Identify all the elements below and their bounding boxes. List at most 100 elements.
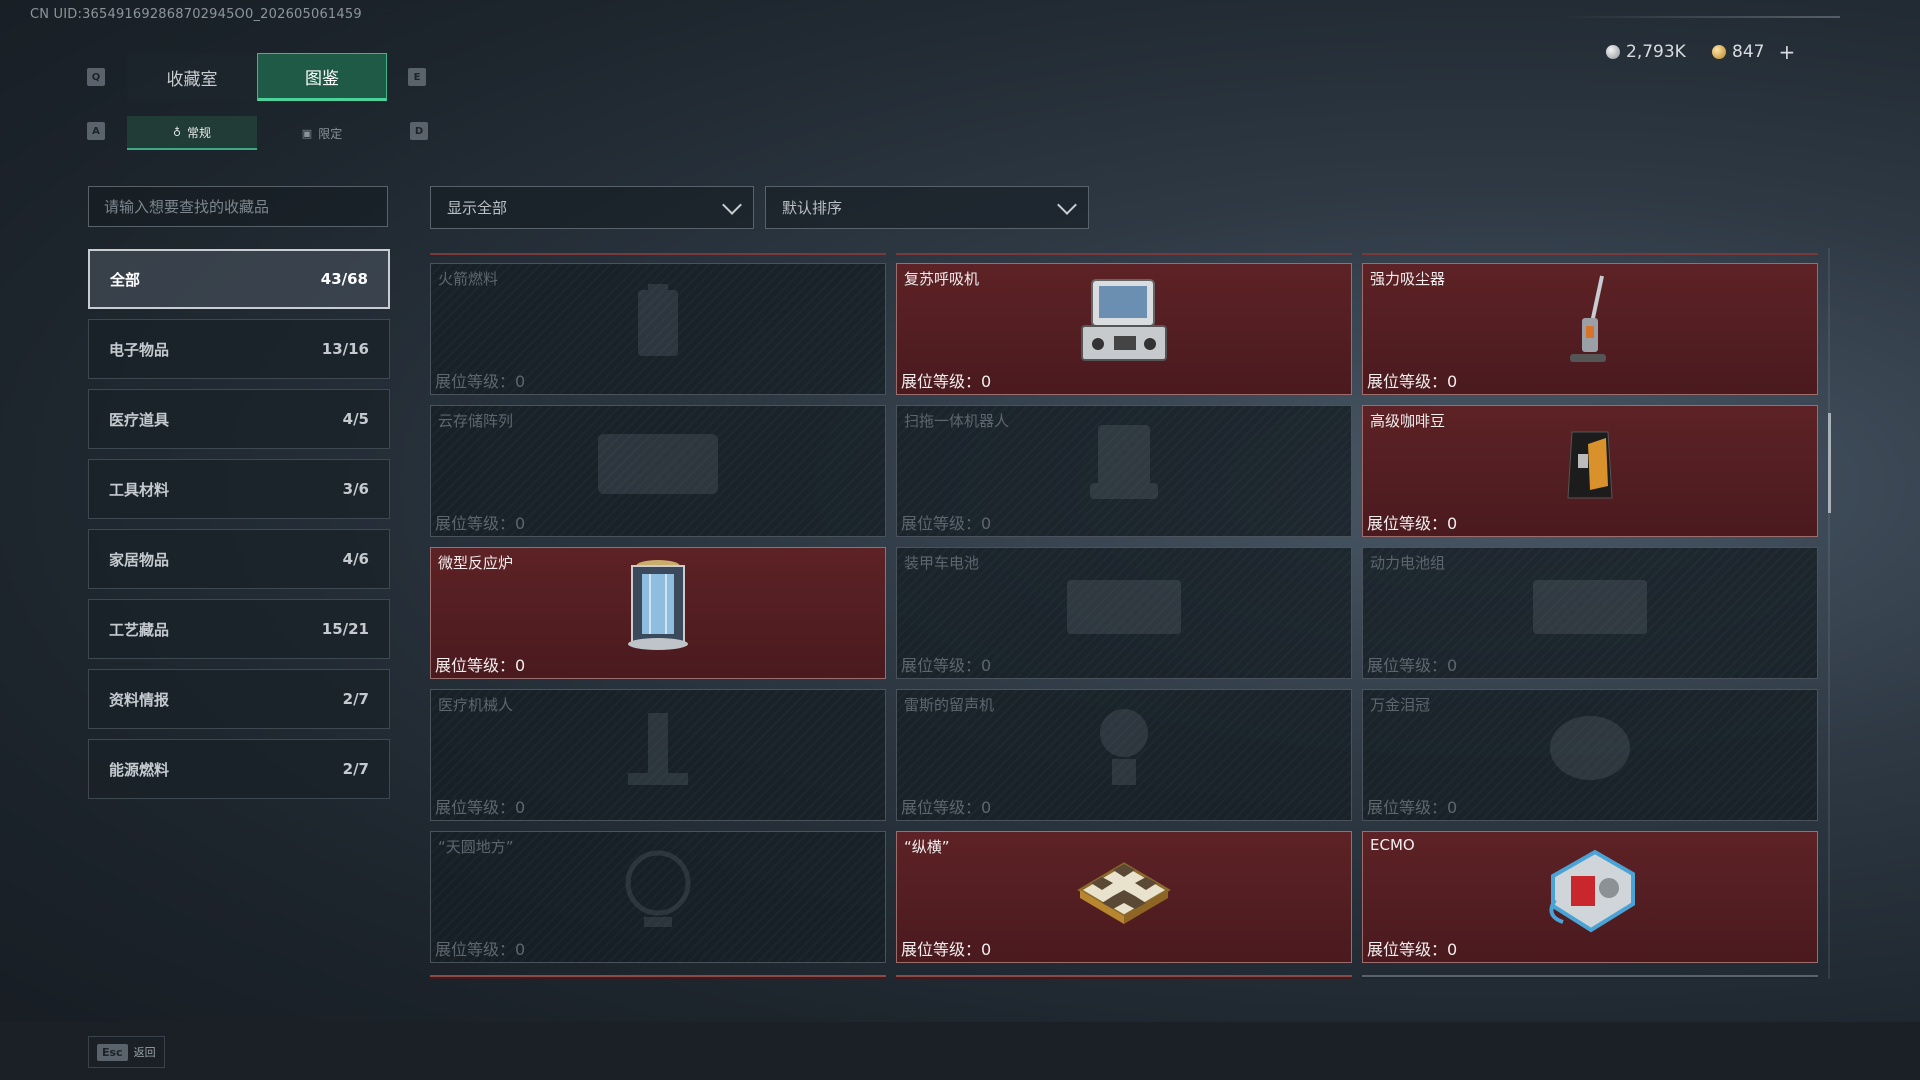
category-intel[interactable]: 资料情报 2/7 — [88, 669, 390, 729]
item-card-power-pack[interactable]: 动力电池组 展位等级：0 — [1362, 547, 1818, 679]
item-card-globe[interactable]: “天圆地方” 展位等级：0 — [430, 831, 886, 963]
partial-card-top — [430, 248, 886, 255]
back-button[interactable]: Esc 返回 — [88, 1036, 165, 1068]
battery-pack-icon — [1533, 580, 1647, 634]
gold-coin-icon — [1712, 45, 1726, 59]
silver-currency: 2,793K — [1606, 40, 1686, 64]
item-name: 装甲车电池 — [904, 554, 980, 572]
subtab-limited[interactable]: ▣ 限定 — [257, 116, 387, 150]
item-card-crown[interactable]: 万金泪冠 展位等级：0 — [1362, 689, 1818, 821]
partial-card-top — [1362, 248, 1818, 255]
gold-currency: 847 + — [1712, 40, 1795, 64]
ecmo-machine-icon — [1549, 849, 1635, 933]
booth-level: 展位等级：0 — [435, 372, 526, 391]
silver-coin-icon — [1606, 45, 1620, 59]
item-card-vacuum[interactable]: 强力吸尘器 展位等级：0 — [1362, 263, 1818, 395]
booth-level: 展位等级：0 — [1367, 656, 1458, 675]
category-count: 2/7 — [342, 760, 369, 778]
category-crafts[interactable]: 工艺藏品 15/21 — [88, 599, 390, 659]
sort-dropdown[interactable]: 默认排序 — [765, 186, 1089, 229]
booth-level: 展位等级：0 — [435, 798, 526, 817]
globe-icon — [625, 850, 691, 927]
booth-level: 展位等级：0 — [901, 656, 992, 675]
item-card-coffee-beans[interactable]: 高级咖啡豆 展位等级：0 — [1362, 405, 1818, 537]
item-name: 火箭燃料 — [438, 270, 499, 288]
partial-card-bottom — [1362, 975, 1818, 979]
category-label: 全部 — [110, 270, 141, 289]
reactor-icon — [628, 560, 688, 650]
category-household[interactable]: 家居物品 4/6 — [88, 529, 390, 589]
item-card-medical-robot[interactable]: 医疗机械人 展位等级：0 — [430, 689, 886, 821]
tab-codex[interactable]: 图鉴 — [257, 53, 387, 101]
fuel-canister-icon — [638, 284, 678, 356]
category-label: 电子物品 — [109, 340, 170, 359]
item-card-rocket-fuel[interactable]: 火箭燃料 展位等级：0 — [430, 263, 886, 395]
player-uid: CN UID:365491692868702945O0_202605061459 — [30, 7, 362, 22]
item-name: 云存储阵列 — [438, 412, 514, 430]
category-count: 13/16 — [321, 340, 369, 358]
search-input[interactable] — [88, 186, 388, 227]
chevron-down-icon — [722, 194, 742, 215]
robot-mop-icon — [1090, 425, 1158, 499]
category-count: 4/5 — [342, 410, 369, 428]
sort-dropdown-value: 默认排序 — [782, 199, 843, 217]
item-name: ECMO — [1370, 836, 1415, 854]
ventilator-icon — [1081, 279, 1167, 361]
scrollbar-thumb[interactable] — [1828, 413, 1831, 513]
limited-icon: ▣ — [301, 126, 313, 140]
back-label: 返回 — [133, 1046, 156, 1059]
item-name: “天圆地方” — [438, 838, 514, 856]
crown-icon — [1550, 716, 1630, 780]
filter-dropdown[interactable]: 显示全部 — [430, 186, 754, 229]
item-card-resuscitator[interactable]: 复苏呼吸机 展位等级：0 — [896, 263, 1352, 395]
esc-key-hint: Esc — [97, 1043, 128, 1061]
category-count: 3/6 — [342, 480, 369, 498]
item-card-micro-reactor[interactable]: 微型反应炉 展位等级：0 — [430, 547, 886, 679]
item-card-robot-mop[interactable]: 扫拖一体机器人 展位等级：0 — [896, 405, 1352, 537]
category-energy[interactable]: 能源燃料 2/7 — [88, 739, 390, 799]
subtab-regular[interactable]: ♁ 常规 — [127, 116, 257, 150]
category-all[interactable]: 全部 43/68 — [88, 249, 390, 309]
add-currency-button[interactable]: + — [1778, 40, 1795, 64]
item-card-ecmo[interactable]: ECMO 展位等级：0 — [1362, 831, 1818, 963]
category-count: 15/21 — [321, 620, 369, 638]
booth-level: 展位等级：0 — [435, 514, 526, 533]
item-name: 雷斯的留声机 — [904, 696, 995, 714]
collection-grid: 火箭燃料 展位等级：0 复苏呼吸机 展位等级：0 强力吸尘器 展位等级：0 云存… — [430, 248, 1818, 979]
item-card-cloud-storage[interactable]: 云存储阵列 展位等级：0 — [430, 405, 886, 537]
booth-level: 展位等级：0 — [901, 372, 992, 391]
item-name: 医疗机械人 — [438, 696, 514, 714]
item-card-gramophone[interactable]: 雷斯的留声机 展位等级：0 — [896, 689, 1352, 821]
chess-board-icon — [1077, 862, 1171, 924]
silver-amount: 2,793K — [1626, 42, 1686, 62]
category-label: 工具材料 — [109, 480, 170, 499]
vacuum-cleaner-icon — [1570, 275, 1606, 362]
item-name: 高级咖啡豆 — [1370, 412, 1446, 430]
item-name: 万金泪冠 — [1370, 696, 1431, 714]
item-card-armored-battery[interactable]: 装甲车电池 展位等级：0 — [896, 547, 1352, 679]
booth-level: 展位等级：0 — [1367, 798, 1458, 817]
category-electronics[interactable]: 电子物品 13/16 — [88, 319, 390, 379]
subtab-regular-label: 常规 — [187, 125, 212, 140]
server-array-icon — [598, 434, 718, 494]
tab-collection-room[interactable]: 收藏室 — [127, 53, 257, 101]
category-label: 家居物品 — [109, 550, 170, 569]
booth-level: 展位等级：0 — [901, 940, 992, 959]
category-label: 能源燃料 — [109, 760, 170, 779]
category-label: 资料情报 — [109, 690, 170, 709]
category-medical[interactable]: 医疗道具 4/5 — [88, 389, 390, 449]
category-label: 医疗道具 — [109, 410, 170, 429]
medical-robot-icon — [628, 713, 688, 785]
category-list: 全部 43/68 电子物品 13/16 医疗道具 4/5 工具材料 3/6 家居… — [88, 249, 390, 809]
booth-level: 展位等级：0 — [901, 798, 992, 817]
scrollbar-track[interactable] — [1828, 248, 1830, 979]
category-tools[interactable]: 工具材料 3/6 — [88, 459, 390, 519]
booth-level: 展位等级：0 — [435, 656, 526, 675]
item-name: 微型反应炉 — [438, 554, 514, 572]
key-hint-e: E — [408, 68, 426, 86]
gramophone-icon — [1100, 709, 1148, 785]
booth-level: 展位等级：0 — [901, 514, 992, 533]
item-card-chess-set[interactable]: “纵横” 展位等级：0 — [896, 831, 1352, 963]
category-label: 工艺藏品 — [109, 620, 170, 639]
partial-card-top — [896, 248, 1352, 255]
